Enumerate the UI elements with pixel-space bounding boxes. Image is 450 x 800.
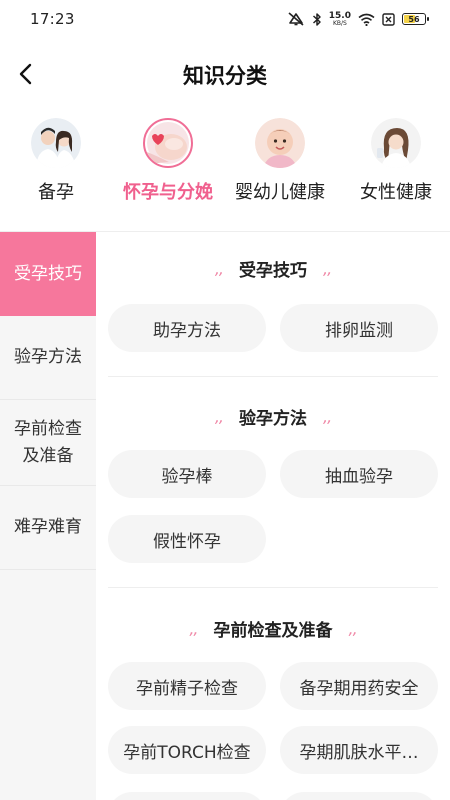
sidebar-item-pregnancy-test[interactable]: 验孕方法 xyxy=(0,316,96,400)
mute-icon xyxy=(287,12,305,26)
status-time: 17:23 xyxy=(30,10,75,28)
topic-chip-label: 排卵监测 xyxy=(325,320,393,341)
section-title: 受孕技巧 xyxy=(239,261,307,281)
category-row: 备孕 怀孕与分娩 婴幼儿健康 女性健康 xyxy=(0,118,450,230)
sidebar-item-infertility[interactable]: 难孕难育 xyxy=(0,486,96,570)
topic-chip-partial[interactable] xyxy=(280,792,438,800)
section-heading: ,, 孕前检查及准备 ,, xyxy=(96,616,450,641)
page-title: 知识分类 xyxy=(183,64,267,88)
topic-chip-label: 孕前精子检查 xyxy=(136,678,238,699)
sidebar-item-conception-tips[interactable]: 受孕技巧 xyxy=(0,232,96,316)
topic-chip[interactable]: 孕前精子检查 xyxy=(108,662,266,710)
topic-chip[interactable]: 备孕期用药安全 xyxy=(280,662,438,710)
topic-chip-partial[interactable] xyxy=(108,792,266,800)
topic-chip[interactable]: 验孕棒 xyxy=(108,450,266,498)
topic-chip[interactable]: 排卵监测 xyxy=(280,304,438,352)
topic-chip-label: 助孕方法 xyxy=(153,320,221,341)
section-title: 孕前检查及准备 xyxy=(213,621,333,641)
topic-chip-label: 验孕棒 xyxy=(161,466,213,487)
sidebar-item-preconception-check[interactable]: 孕前检查 及准备 xyxy=(0,400,96,486)
nav-bar: 知识分类 xyxy=(0,44,450,104)
sidebar: 受孕技巧 验孕方法 孕前检查 及准备 难孕难育 xyxy=(0,232,96,800)
category-infant-health[interactable]: 婴幼儿健康 xyxy=(224,118,336,204)
topic-chip[interactable]: 助孕方法 xyxy=(108,304,266,352)
quote-mark-icon: ,, xyxy=(189,619,198,638)
sidebar-item-label: 验孕方法 xyxy=(14,347,82,367)
sidebar-item-label: 受孕技巧 xyxy=(14,263,82,284)
topic-chip[interactable]: 假性怀孕 xyxy=(108,515,266,563)
topic-chip-label: 孕前TORCH检查 xyxy=(123,742,251,763)
section-heading: ,, 受孕技巧 ,, xyxy=(96,256,450,281)
sidebar-item-label: 难孕难育 xyxy=(14,517,82,537)
topic-chip[interactable]: 孕前TORCH检查 xyxy=(108,726,266,774)
quote-mark-icon: ,, xyxy=(348,619,358,638)
section-divider xyxy=(108,587,438,588)
section-title: 验孕方法 xyxy=(239,409,307,429)
category-pregnancy[interactable]: 怀孕与分娩 xyxy=(112,118,224,204)
status-icons: 15.0 KB/S 56 xyxy=(287,10,429,28)
section-heading: ,, 验孕方法 ,, xyxy=(96,404,450,429)
quote-mark-icon: ,, xyxy=(323,407,332,426)
sim-off-icon xyxy=(382,12,395,26)
status-bar: 17:23 15.0 KB/S 56 xyxy=(0,0,450,38)
sidebar-item-label: 孕前检查 及准备 xyxy=(14,418,82,466)
battery-level: 56 xyxy=(408,14,420,24)
quote-mark-icon: ,, xyxy=(214,407,224,426)
category-label: 女性健康 xyxy=(360,182,432,203)
topic-chip[interactable]: 孕期肌肤水平… xyxy=(280,726,438,774)
category-women-health[interactable]: 女性健康 xyxy=(340,118,450,204)
category-label: 怀孕与分娩 xyxy=(123,182,213,203)
topic-chip-label: 孕期肌肤水平… xyxy=(299,742,419,763)
wifi-icon xyxy=(358,13,375,26)
topic-chip-label: 假性怀孕 xyxy=(153,531,221,552)
topic-chip[interactable]: 抽血验孕 xyxy=(280,450,438,498)
baby-avatar xyxy=(255,118,305,168)
content-panel: ,, 受孕技巧 ,, 助孕方法 排卵监测 ,, 验孕方法 ,, 验孕棒 抽血验孕… xyxy=(96,232,450,800)
category-label: 婴幼儿健康 xyxy=(235,182,325,203)
quote-mark-icon: ,, xyxy=(214,259,224,278)
couple-avatar xyxy=(31,118,81,168)
woman-avatar xyxy=(371,118,421,168)
bluetooth-icon xyxy=(312,12,322,27)
network-speed: 15.0 KB/S xyxy=(329,11,351,27)
network-speed-unit: KB/S xyxy=(332,19,347,27)
category-label: 备孕 xyxy=(38,182,74,203)
quote-mark-icon: ,, xyxy=(323,259,332,278)
battery-icon: 56 xyxy=(402,13,429,25)
category-prep[interactable]: 备孕 xyxy=(0,118,112,204)
pregnant-belly-avatar xyxy=(143,118,193,168)
topic-chip-label: 备孕期用药安全 xyxy=(299,678,419,699)
section-divider xyxy=(108,376,438,377)
topic-chip-label: 抽血验孕 xyxy=(325,466,393,487)
